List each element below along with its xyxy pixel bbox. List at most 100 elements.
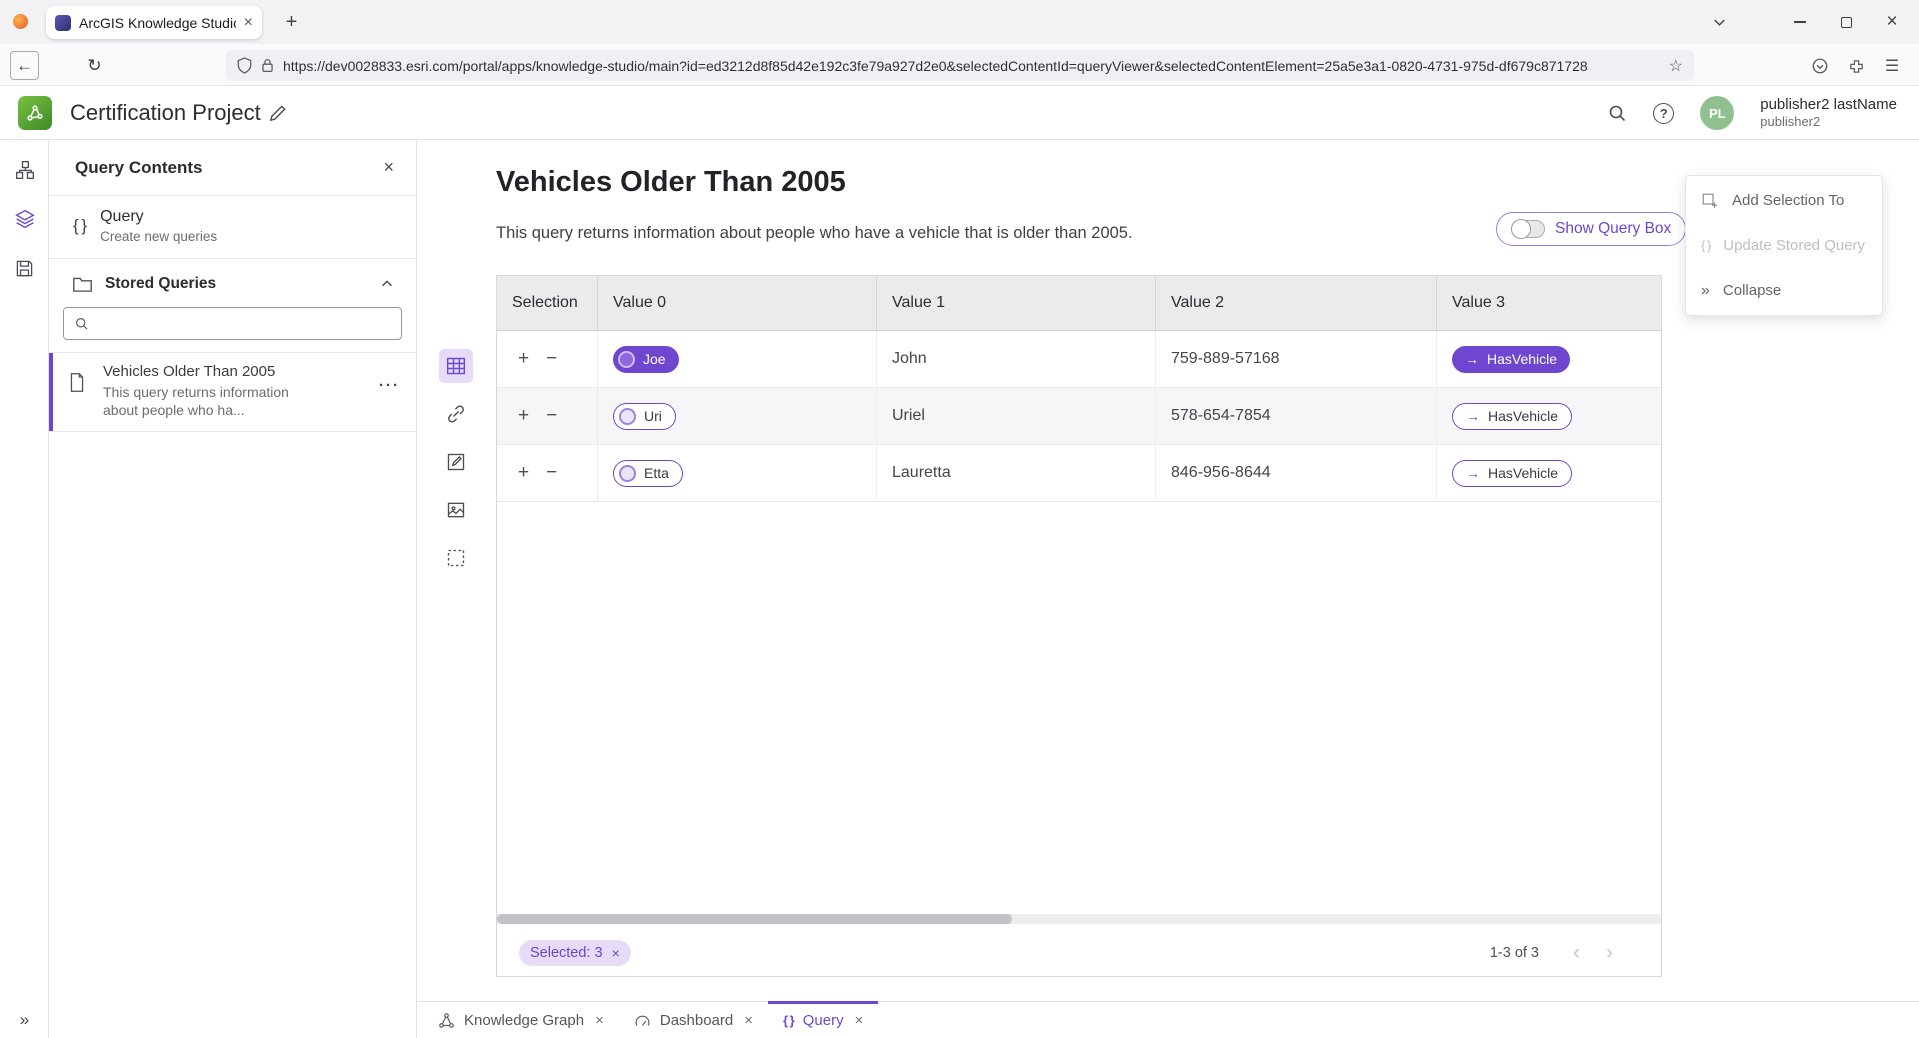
page-title: Vehicles Older Than 2005 bbox=[496, 166, 846, 199]
extensions-icon[interactable] bbox=[1842, 52, 1870, 80]
stored-queries-section-header[interactable]: Stored Queries bbox=[49, 259, 416, 303]
expand-plus-icon[interactable]: + bbox=[518, 405, 529, 427]
search-input[interactable] bbox=[97, 316, 391, 332]
next-page-icon[interactable]: › bbox=[1606, 942, 1613, 963]
entity-node-icon bbox=[618, 351, 635, 368]
tab-close-icon[interactable]: × bbox=[244, 14, 253, 32]
entity-pill[interactable]: Joe bbox=[613, 346, 679, 373]
pocket-icon[interactable] bbox=[1806, 52, 1834, 80]
back-button[interactable]: ← bbox=[10, 51, 39, 80]
arrow-right-icon: → bbox=[1466, 465, 1480, 481]
clear-selection-icon[interactable]: × bbox=[612, 945, 620, 961]
column-header[interactable]: Value 3 bbox=[1437, 276, 1661, 330]
user-info[interactable]: publisher2 lastName publisher2 bbox=[1760, 96, 1897, 131]
selected-count-chip[interactable]: Selected: 3 × bbox=[519, 940, 631, 966]
chevron-up-icon[interactable] bbox=[380, 277, 394, 291]
window-maximize-button[interactable] bbox=[1829, 8, 1863, 36]
tab-title: ArcGIS Knowledge Studio bbox=[79, 15, 236, 31]
table-row[interactable]: + − Joe John 759-889-57168 → HasVehicle bbox=[497, 331, 1661, 388]
panel-close-icon[interactable]: × bbox=[383, 157, 394, 178]
tab-list-chevron-icon[interactable] bbox=[1712, 15, 1727, 30]
avatar[interactable]: PL bbox=[1700, 96, 1734, 130]
tab-knowledge-graph[interactable]: Knowledge Graph × bbox=[423, 1002, 619, 1038]
expand-rail-icon[interactable]: » bbox=[0, 1010, 49, 1030]
menu-item-add-selection-to[interactable]: Add Selection To bbox=[1686, 178, 1882, 223]
rail-project-icon[interactable] bbox=[0, 150, 49, 190]
menu-item-update-stored-query[interactable]: { } Update Stored Query bbox=[1686, 223, 1882, 268]
collapse-minus-icon[interactable]: − bbox=[546, 348, 557, 370]
entity-pill[interactable]: Uri bbox=[613, 403, 676, 430]
stored-queries-search[interactable] bbox=[63, 307, 402, 340]
selection-tool-icon[interactable] bbox=[439, 541, 473, 575]
collapse-minus-icon[interactable]: − bbox=[546, 405, 557, 427]
help-icon[interactable]: ? bbox=[1653, 103, 1674, 124]
column-header[interactable]: Value 0 bbox=[598, 276, 877, 330]
new-query-description: Create new queries bbox=[100, 229, 217, 244]
edit-view-icon[interactable] bbox=[439, 445, 473, 479]
table-header-row: Selection Value 0 Value 1 Value 2 Value … bbox=[497, 276, 1661, 331]
browser-tab[interactable]: ArcGIS Knowledge Studio × bbox=[46, 6, 262, 39]
lock-icon[interactable] bbox=[261, 58, 274, 73]
bookmark-star-icon[interactable]: ☆ bbox=[1669, 56, 1683, 76]
relationship-pill[interactable]: → HasVehicle bbox=[1452, 460, 1572, 487]
edit-title-icon[interactable] bbox=[268, 104, 287, 123]
column-header[interactable]: Value 1 bbox=[877, 276, 1156, 330]
relationship-pill[interactable]: → HasVehicle bbox=[1452, 403, 1572, 430]
entity-pill[interactable]: Etta bbox=[613, 460, 683, 487]
menu-item-label: Collapse bbox=[1723, 282, 1781, 299]
tab-close-icon[interactable]: × bbox=[744, 1012, 753, 1029]
address-bar[interactable]: https://dev0028833.esri.com/portal/apps/… bbox=[226, 50, 1694, 81]
tab-close-icon[interactable]: × bbox=[855, 1012, 864, 1029]
query-results-table: Selection Value 0 Value 1 Value 2 Value … bbox=[496, 275, 1662, 977]
cell-value1: Lauretta bbox=[877, 445, 1156, 501]
menu-hamburger-icon[interactable]: ☰ bbox=[1878, 52, 1906, 80]
table-view-icon[interactable] bbox=[439, 349, 473, 383]
column-header[interactable]: Value 2 bbox=[1156, 276, 1437, 330]
shield-icon[interactable] bbox=[237, 57, 252, 74]
toggle-knob bbox=[1511, 219, 1531, 239]
search-icon[interactable] bbox=[1607, 103, 1627, 123]
entity-node-icon bbox=[619, 465, 636, 482]
more-options-icon[interactable]: ··· bbox=[379, 377, 400, 394]
window-close-button[interactable]: × bbox=[1875, 8, 1909, 36]
column-header[interactable]: Selection bbox=[497, 276, 598, 330]
link-chart-icon[interactable] bbox=[439, 397, 473, 431]
show-query-box-toggle[interactable]: Show Query Box bbox=[1496, 212, 1686, 246]
relationship-pill[interactable]: → HasVehicle bbox=[1452, 346, 1570, 373]
relationship-label: HasVehicle bbox=[1488, 408, 1558, 424]
relationship-label: HasVehicle bbox=[1487, 351, 1557, 367]
scrollbar-thumb[interactable] bbox=[497, 914, 1012, 924]
braces-icon: { } bbox=[73, 216, 86, 236]
toggle-switch[interactable] bbox=[1511, 220, 1545, 238]
new-tab-button[interactable]: + bbox=[278, 9, 305, 36]
map-view-icon[interactable] bbox=[439, 493, 473, 527]
braces-icon: { } bbox=[783, 1013, 794, 1028]
rail-save-icon[interactable] bbox=[0, 248, 49, 288]
new-query-label: Query bbox=[100, 208, 217, 226]
expand-plus-icon[interactable]: + bbox=[518, 348, 529, 370]
collapse-minus-icon[interactable]: − bbox=[546, 462, 557, 484]
horizontal-scrollbar[interactable] bbox=[497, 914, 1661, 924]
double-chevron-icon: » bbox=[1701, 282, 1710, 300]
previous-page-icon[interactable]: ‹ bbox=[1573, 942, 1580, 963]
tab-close-icon[interactable]: × bbox=[595, 1012, 604, 1029]
expand-plus-icon[interactable]: + bbox=[518, 462, 529, 484]
table-row[interactable]: + − Etta Lauretta 846-956-8644 → HasVehi… bbox=[497, 445, 1661, 502]
url-text[interactable]: https://dev0028833.esri.com/portal/apps/… bbox=[283, 58, 1660, 74]
browser-navbar: ← ↻ https://dev0028833.esri.com/portal/a… bbox=[0, 44, 1919, 86]
refresh-button[interactable]: ↻ bbox=[80, 51, 109, 80]
menu-item-label: Update Stored Query bbox=[1723, 237, 1865, 254]
knowledge-graph-icon bbox=[438, 1012, 455, 1029]
window-minimize-button[interactable] bbox=[1783, 8, 1817, 36]
entity-label: Etta bbox=[644, 465, 669, 481]
search-icon bbox=[74, 316, 89, 331]
new-query-item[interactable]: { } Query Create new queries bbox=[49, 196, 416, 259]
stored-query-item[interactable]: Vehicles Older Than 2005 This query retu… bbox=[49, 352, 416, 432]
site-favicon-icon bbox=[55, 15, 71, 31]
rail-layers-icon[interactable] bbox=[0, 199, 49, 239]
table-row[interactable]: + − Uri Uriel 578-654-7854 → HasVehicle bbox=[497, 388, 1661, 445]
tab-query[interactable]: { } Query × bbox=[768, 1002, 878, 1038]
firefox-icon[interactable] bbox=[13, 14, 28, 29]
menu-item-collapse[interactable]: » Collapse bbox=[1686, 268, 1882, 313]
tab-dashboard[interactable]: Dashboard × bbox=[619, 1002, 768, 1038]
